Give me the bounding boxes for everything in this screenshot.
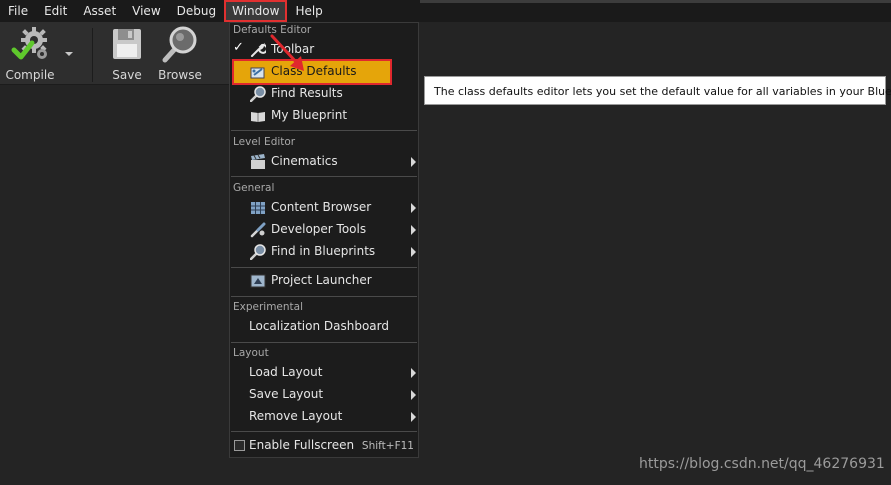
- menu-divider: [231, 267, 417, 268]
- menu-item-save-layout[interactable]: Save Layout: [231, 384, 418, 406]
- floppy-disk-icon: [107, 24, 147, 64]
- menu-item-label: My Blueprint: [271, 108, 348, 122]
- compile-options-dropdown[interactable]: [62, 48, 76, 58]
- menu-file[interactable]: File: [0, 0, 36, 22]
- menu-asset[interactable]: Asset: [75, 0, 124, 22]
- menu-divider: [231, 431, 417, 432]
- menu-item-find-in-blueprints[interactable]: Find in Blueprints: [231, 241, 418, 263]
- fullscreen-shortcut: Shift+F11: [361, 440, 414, 452]
- menu-divider: [231, 296, 417, 297]
- menu-item-find-results[interactable]: Find Results: [231, 83, 418, 105]
- menu-item-label: Toolbar: [271, 42, 315, 56]
- toolbar: Compile Save Browse: [0, 22, 230, 85]
- menu-item-label: Enable Fullscreen: [249, 438, 355, 452]
- submenu-arrow-icon: [411, 247, 416, 257]
- gear-check-icon: [10, 24, 50, 64]
- menu-item-remove-layout[interactable]: Remove Layout: [231, 406, 418, 428]
- menu-item-label: Remove Layout: [249, 409, 343, 423]
- submenu-arrow-icon: [411, 390, 416, 400]
- menu-item-cinematics[interactable]: Cinematics: [231, 151, 418, 173]
- menu-item-label: Project Launcher: [271, 273, 372, 287]
- menu-view[interactable]: View: [124, 0, 168, 22]
- menu-item-label: Find Results: [271, 86, 343, 100]
- toolbar-separator: [92, 28, 93, 82]
- magnifier-icon: [249, 243, 267, 261]
- menu-window[interactable]: Window: [224, 0, 288, 22]
- section-header-general: General: [233, 182, 275, 194]
- tab-strip-edge: [420, 0, 891, 3]
- submenu-arrow-icon: [411, 412, 416, 422]
- submenu-arrow-icon: [411, 157, 416, 167]
- menu-divider: [231, 130, 417, 131]
- launcher-icon: [249, 272, 267, 290]
- menu-help[interactable]: Help: [287, 0, 330, 22]
- menu-edit[interactable]: Edit: [36, 0, 75, 22]
- clapperboard-icon: [249, 153, 267, 171]
- browse-button[interactable]: Browse: [154, 24, 206, 84]
- browse-label: Browse: [158, 68, 202, 82]
- compile-label: Compile: [5, 68, 55, 82]
- section-header-defaults-editor: Defaults Editor: [233, 24, 312, 36]
- menu-item-label: Content Browser: [271, 200, 372, 214]
- menu-item-class-defaults[interactable]: Class Defaults: [233, 61, 391, 83]
- menu-item-load-layout[interactable]: Load Layout: [231, 362, 418, 384]
- submenu-arrow-icon: [411, 368, 416, 378]
- menu-item-label: Load Layout: [249, 365, 323, 379]
- tools-icon: [249, 221, 267, 239]
- menu-item-label: Cinematics: [271, 154, 338, 168]
- menu-debug[interactable]: Debug: [169, 0, 224, 22]
- watermark-text: https://blog.csdn.net/qq_46276931: [639, 456, 885, 472]
- menu-divider: [231, 176, 417, 177]
- wrench-icon: [249, 41, 267, 59]
- menu-item-enable-fullscreen[interactable]: Enable Fullscreen Shift+F11: [231, 435, 418, 457]
- section-header-layout: Layout: [233, 347, 269, 359]
- menu-item-project-launcher[interactable]: Project Launcher: [231, 270, 418, 292]
- class-defaults-icon: [249, 63, 267, 81]
- grid-browser-icon: [249, 199, 267, 217]
- section-header-experimental: Experimental: [233, 301, 304, 313]
- magnifier-icon: [249, 85, 267, 103]
- menu-item-toolbar[interactable]: ✓ Toolbar: [231, 39, 418, 61]
- menu-item-label: Developer Tools: [271, 222, 367, 236]
- menu-bar: File Edit Asset View Debug Window Help: [0, 0, 891, 22]
- save-label: Save: [112, 68, 142, 82]
- fullscreen-checkbox[interactable]: [234, 440, 245, 451]
- compile-button[interactable]: Compile: [4, 24, 56, 84]
- class-defaults-tooltip: The class defaults editor lets you set t…: [424, 76, 891, 105]
- menu-item-label: Save Layout: [249, 387, 324, 401]
- chevron-down-icon: [65, 52, 73, 56]
- menu-item-my-blueprint[interactable]: My Blueprint: [231, 105, 418, 127]
- submenu-arrow-icon: [411, 225, 416, 235]
- menu-item-label: Class Defaults: [271, 64, 357, 78]
- menu-item-content-browser[interactable]: Content Browser: [231, 197, 418, 219]
- menu-item-localization-dashboard[interactable]: Localization Dashboard: [231, 316, 418, 338]
- menu-divider: [231, 342, 417, 343]
- save-button[interactable]: Save: [104, 24, 150, 84]
- section-header-level-editor: Level Editor: [233, 136, 296, 148]
- menu-item-developer-tools[interactable]: Developer Tools: [231, 219, 418, 241]
- window-menu-dropdown: Defaults Editor ✓ Toolbar Class Defaults…: [229, 22, 419, 458]
- checkmark-icon: ✓: [233, 40, 244, 55]
- submenu-arrow-icon: [411, 203, 416, 213]
- magnifier-icon: [160, 24, 200, 64]
- book-icon: [249, 107, 267, 125]
- menu-item-label: Find in Blueprints: [271, 244, 376, 258]
- menu-item-label: Localization Dashboard: [249, 319, 389, 333]
